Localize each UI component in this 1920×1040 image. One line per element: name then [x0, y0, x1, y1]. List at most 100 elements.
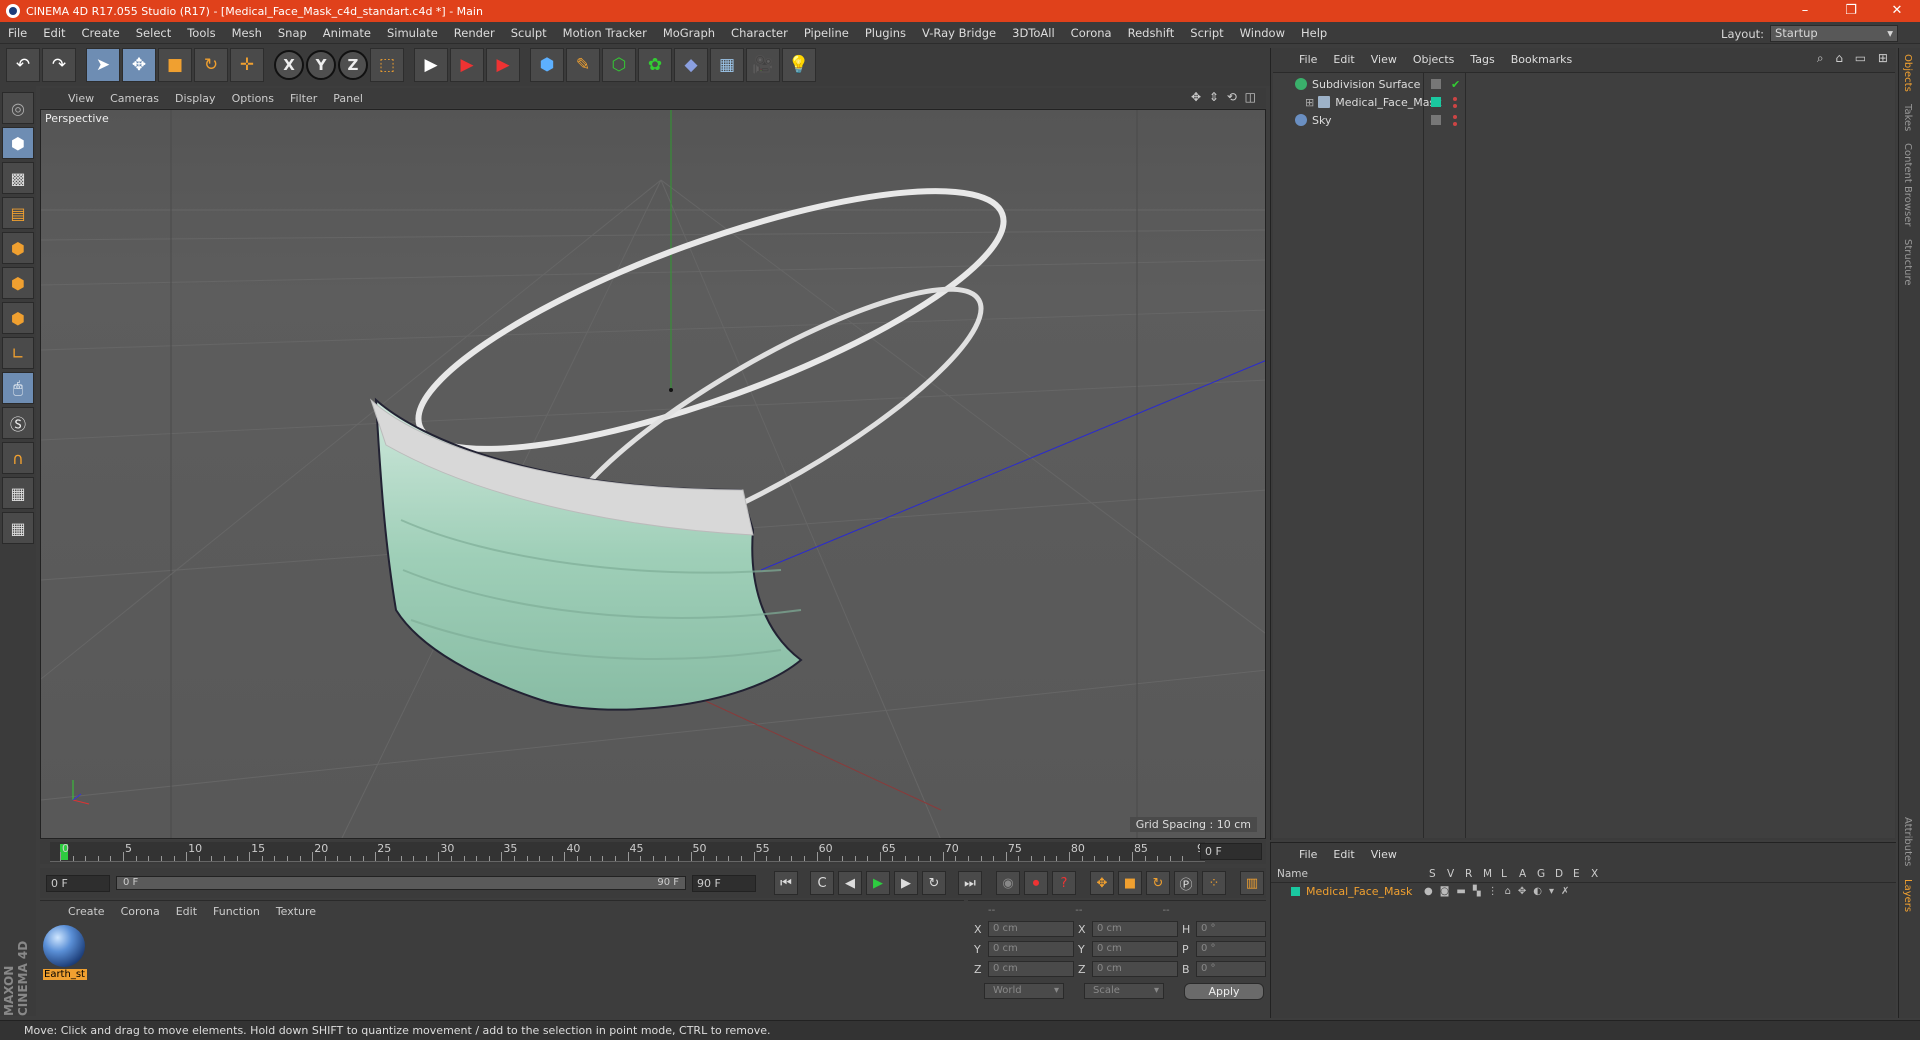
size-y-field[interactable]: 0 cm	[1092, 941, 1178, 957]
expand-icon[interactable]: ⊞	[1305, 96, 1314, 109]
keyframe-selection-icon[interactable]: ?	[1052, 871, 1076, 895]
tab-attributes[interactable]: Attributes	[1899, 811, 1916, 872]
move-tool-icon[interactable]: ✥	[122, 48, 156, 82]
enabled-check-icon[interactable]: ✔	[1451, 78, 1460, 91]
undo-button[interactable]: ↶	[6, 48, 40, 82]
position-y-field[interactable]: 0 cm	[988, 941, 1074, 957]
timeline-window-icon[interactable]: ▥	[1240, 871, 1264, 895]
timeline-ruler[interactable]: 051015202530354045505560657075808590 0 F	[40, 840, 1266, 864]
menu-motion-tracker[interactable]: Motion Tracker	[555, 26, 655, 40]
material-menu-corona[interactable]: Corona	[113, 905, 168, 918]
position-z-field[interactable]: 0 cm	[988, 961, 1074, 977]
om-menu-bookmarks[interactable]: Bookmarks	[1503, 53, 1580, 66]
move-axis-icon[interactable]: ✛	[230, 48, 264, 82]
material-swatch[interactable]: Earth_st	[43, 925, 89, 980]
viewport-navigation-icons[interactable]: ✥ ⇕ ⟲ ◫	[1191, 90, 1258, 104]
menu-3dtoall[interactable]: 3DToAll	[1004, 26, 1063, 40]
menu-script[interactable]: Script	[1182, 26, 1231, 40]
x-axis-lock-button[interactable]: X	[274, 50, 304, 80]
record-keys-icon[interactable]: ◉	[996, 871, 1020, 895]
restore-button[interactable]: ❐	[1828, 0, 1874, 22]
layer-toggle-icon[interactable]	[1431, 115, 1441, 125]
points-mode-icon[interactable]: ⬢	[2, 232, 34, 264]
pen-spline-icon[interactable]: ✎	[566, 48, 600, 82]
snapping-icon[interactable]: Ⓢ	[2, 407, 34, 439]
coordinate-space-dropdown[interactable]: World	[984, 983, 1064, 999]
key-point-level-icon[interactable]: ⁘	[1202, 871, 1226, 895]
key-position-icon[interactable]: ✥	[1090, 871, 1114, 895]
om-menu-objects[interactable]: Objects	[1405, 53, 1463, 66]
layout-dropdown[interactable]: Startup	[1770, 25, 1898, 42]
render-settings-icon[interactable]: ▶	[486, 48, 520, 82]
polygons-mode-icon[interactable]: ⬢	[2, 302, 34, 334]
z-axis-lock-button[interactable]: Z	[338, 50, 368, 80]
current-frame-field[interactable]: 0 F	[1200, 843, 1262, 860]
layer-color-swatch[interactable]	[1291, 886, 1300, 896]
size-z-field[interactable]: 0 cm	[1092, 961, 1178, 977]
menu-sculpt[interactable]: Sculpt	[503, 26, 555, 40]
material-menu-function[interactable]: Function	[205, 905, 268, 918]
workplane-lock-icon[interactable]: ▦	[2, 477, 34, 509]
mograph-cloner-icon[interactable]: ✿	[638, 48, 672, 82]
previous-key-icon[interactable]: C	[810, 871, 834, 895]
lm-menu-file[interactable]: File	[1291, 848, 1325, 861]
render-dot-icon[interactable]	[1453, 104, 1457, 108]
object-row-medical-face-mask[interactable]: ⊞ Medical_Face_Mask	[1273, 93, 1895, 111]
key-rotation-icon[interactable]: ↻	[1146, 871, 1170, 895]
key-parameter-icon[interactable]: Ⓟ	[1174, 871, 1198, 895]
object-row-sky[interactable]: Sky	[1273, 111, 1895, 129]
floor-object-icon[interactable]: ▦	[710, 48, 744, 82]
menu-create[interactable]: Create	[74, 26, 128, 40]
object-row-subdivision-surface[interactable]: Subdivision Surface ✔	[1273, 75, 1895, 93]
menu-mesh[interactable]: Mesh	[224, 26, 270, 40]
axis-mode-icon[interactable]: ∟	[2, 337, 34, 369]
menu-plugins[interactable]: Plugins	[857, 26, 914, 40]
subdivision-surface-icon[interactable]: ⬡	[602, 48, 636, 82]
workplane-mode-icon[interactable]: ▤	[2, 197, 34, 229]
render-view-icon[interactable]: ▶	[414, 48, 448, 82]
rotation-h-field[interactable]: 0 °	[1196, 921, 1266, 937]
workplane-icon[interactable]: ▦	[2, 512, 34, 544]
timeline-track[interactable]: 051015202530354045505560657075808590	[50, 842, 1211, 862]
menu-help[interactable]: Help	[1293, 26, 1335, 40]
key-scale-icon[interactable]: ■	[1118, 871, 1142, 895]
rotation-p-field[interactable]: 0 °	[1196, 941, 1266, 957]
render-picture-viewer-icon[interactable]: ▶	[450, 48, 484, 82]
go-to-end-icon[interactable]: ⏭	[958, 871, 982, 895]
menu-window[interactable]: Window	[1232, 26, 1293, 40]
viewport-menu-cameras[interactable]: Cameras	[102, 92, 167, 105]
om-menu-file[interactable]: File	[1291, 53, 1325, 66]
om-search-home-icons[interactable]: ⌕ ⌂ ▭ ⊞	[1817, 51, 1892, 66]
viewport-menu-filter[interactable]: Filter	[282, 92, 325, 105]
live-selection-icon[interactable]: ➤	[86, 48, 120, 82]
magnet-icon[interactable]: ∩	[2, 442, 34, 474]
frame-range-slider[interactable]: 0 F 90 F	[116, 876, 686, 890]
menu-redshift[interactable]: Redshift	[1120, 26, 1183, 40]
texture-mode-icon[interactable]: ▩	[2, 162, 34, 194]
start-frame-field[interactable]: 0 F	[46, 874, 110, 892]
minimize-button[interactable]: –	[1782, 0, 1828, 22]
menu-snap[interactable]: Snap	[270, 26, 315, 40]
viewport-menu-view[interactable]: View	[60, 92, 102, 105]
menu-character[interactable]: Character	[723, 26, 796, 40]
material-menu-edit[interactable]: Edit	[168, 905, 205, 918]
edges-mode-icon[interactable]: ⬢	[2, 267, 34, 299]
menu-simulate[interactable]: Simulate	[379, 26, 446, 40]
light-object-icon[interactable]: 💡	[782, 48, 816, 82]
redo-button[interactable]: ↷	[42, 48, 76, 82]
close-button[interactable]: ✕	[1874, 0, 1920, 22]
menu-vray-bridge[interactable]: V-Ray Bridge	[914, 26, 1004, 40]
menu-select[interactable]: Select	[128, 26, 179, 40]
coordinate-system-icon[interactable]: ⬚	[370, 48, 404, 82]
scale-tool-icon[interactable]: ■	[158, 48, 192, 82]
visibility-dot-icon[interactable]	[1453, 97, 1457, 101]
menu-tools[interactable]: Tools	[179, 26, 223, 40]
position-x-field[interactable]: 0 cm	[988, 921, 1074, 937]
om-menu-view[interactable]: View	[1363, 53, 1405, 66]
menu-render[interactable]: Render	[446, 26, 503, 40]
tweak-mode-icon[interactable]: 🖱	[2, 372, 34, 404]
menu-pipeline[interactable]: Pipeline	[796, 26, 857, 40]
lm-menu-view[interactable]: View	[1363, 848, 1405, 861]
material-menu-texture[interactable]: Texture	[268, 905, 324, 918]
model-mode-icon[interactable]: ⬢	[2, 127, 34, 159]
